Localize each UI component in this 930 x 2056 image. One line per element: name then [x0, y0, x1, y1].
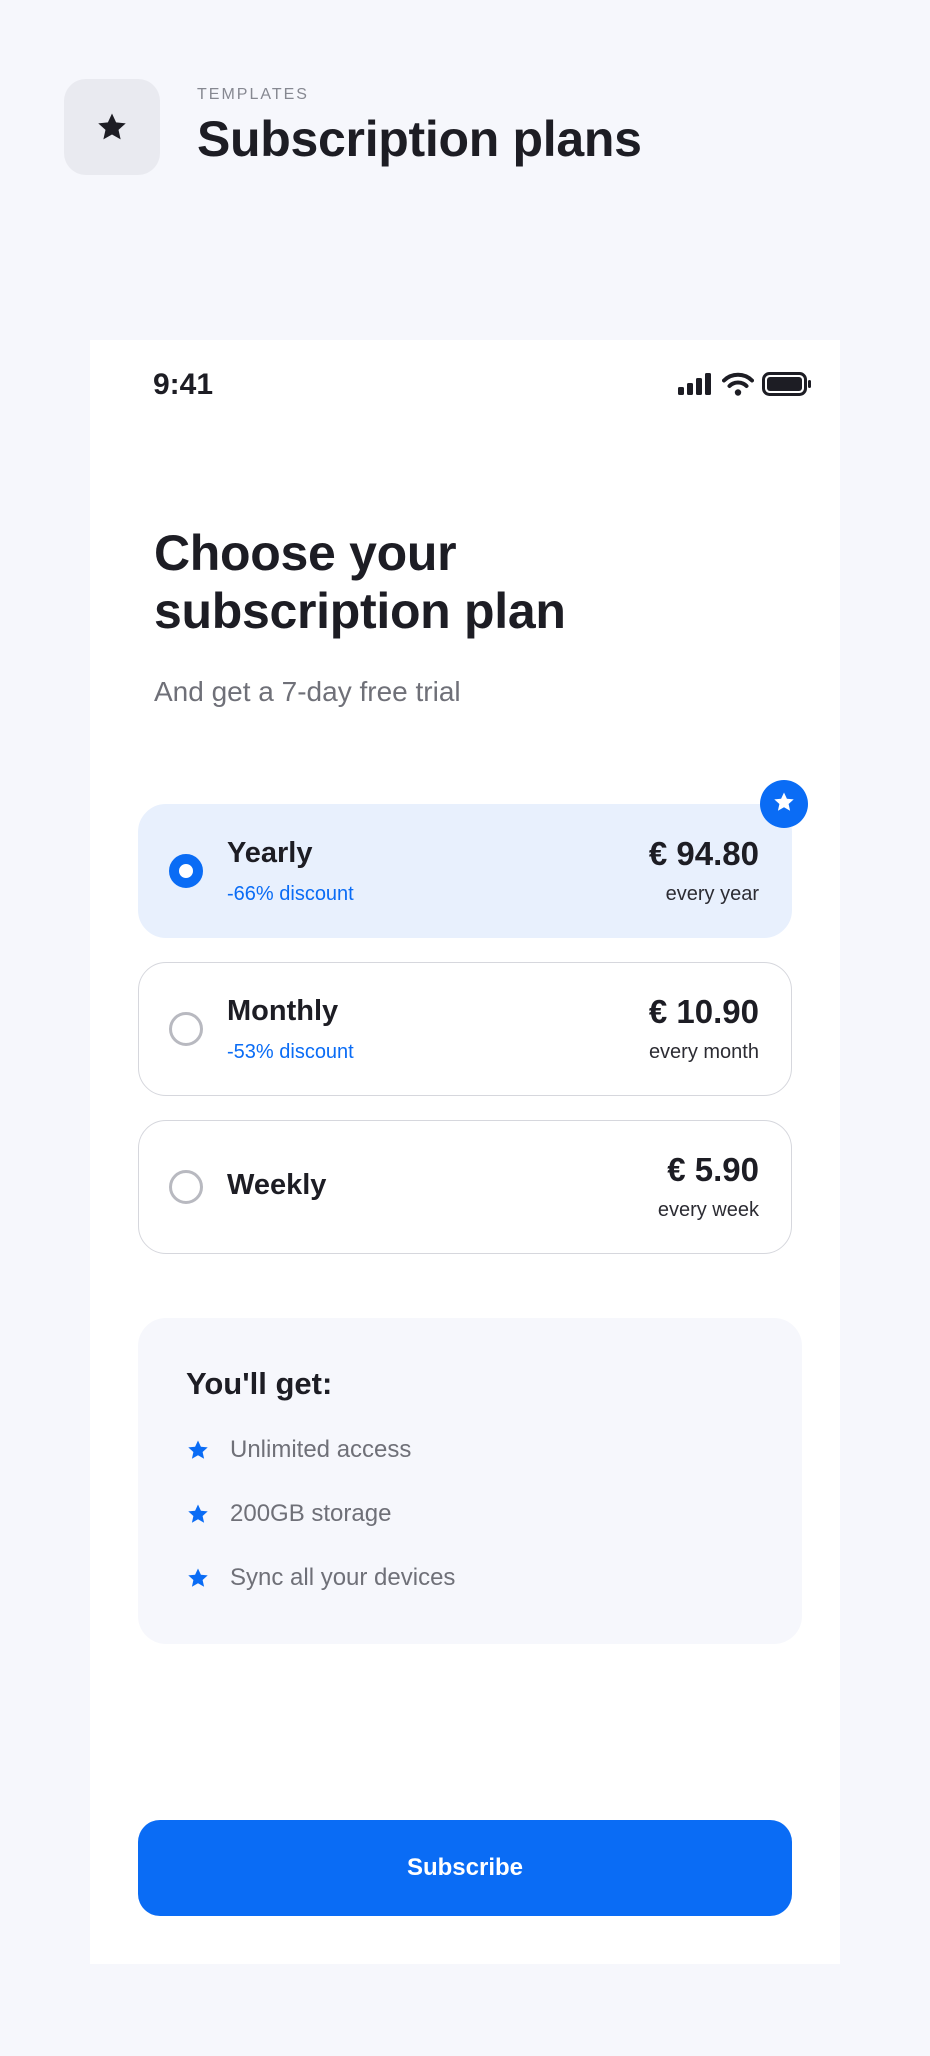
eyebrow-label: TEMPLATES [197, 86, 309, 103]
star-icon [186, 1502, 210, 1526]
status-time: 9:41 [153, 368, 214, 401]
radio-unselected[interactable] [169, 1170, 203, 1204]
page-header: TEMPLATES Subscription plans [64, 79, 642, 175]
benefit-item: Unlimited access [186, 1436, 411, 1464]
plan-discount: -53% discount [227, 1041, 354, 1063]
star-icon [186, 1566, 210, 1590]
best-value-badge [760, 780, 808, 828]
screen-headline: Choose your subscription plan [154, 525, 566, 639]
benefit-item: 200GB storage [186, 1500, 391, 1528]
star-icon [64, 79, 160, 175]
status-icons [678, 372, 812, 401]
plan-period: every week [657, 1199, 759, 1221]
benefit-item: Sync all your devices [186, 1564, 455, 1592]
star-icon [186, 1438, 210, 1462]
plan-name: Monthly [227, 995, 339, 1027]
plan-price: € 5.90 [667, 1151, 759, 1188]
page-title: Subscription plans [197, 111, 642, 167]
star-icon [772, 790, 796, 819]
plan-price: € 10.90 [648, 993, 759, 1030]
plan-name: Yearly [227, 837, 313, 869]
header-text: TEMPLATES Subscription plans [197, 86, 642, 168]
wifi-icon [722, 372, 754, 401]
benefits-title: You'll get: [186, 1366, 333, 1401]
plan-price: € 94.80 [648, 835, 759, 872]
plan-period: every year [665, 883, 759, 905]
plan-option-yearly[interactable]: Yearly -66% discount € 94.80 every year [138, 804, 792, 938]
plan-discount: -66% discount [227, 883, 354, 905]
plan-name: Weekly [227, 1169, 327, 1201]
plan-option-weekly[interactable]: Weekly € 5.90 every week [138, 1120, 792, 1254]
benefit-label: Unlimited access [230, 1436, 412, 1463]
benefits-card: You'll get: Unlimited access 200GB stora… [138, 1318, 802, 1644]
benefit-label: Sync all your devices [230, 1564, 456, 1591]
radio-unselected[interactable] [169, 1012, 203, 1046]
benefit-label: 200GB storage [230, 1500, 392, 1527]
signal-icon [678, 373, 714, 400]
status-bar: 9:41 [90, 340, 840, 430]
plan-period: every month [648, 1041, 759, 1063]
radio-selected[interactable] [169, 854, 203, 888]
plan-option-monthly[interactable]: Monthly -53% discount € 10.90 every mont… [138, 962, 792, 1096]
battery-icon [762, 372, 812, 401]
screen-subtitle: And get a 7-day free trial [154, 676, 461, 707]
subscribe-button[interactable]: Subscribe [138, 1820, 792, 1916]
phone-screen: 9:41 Choose your subscription plan And g… [90, 340, 840, 1964]
